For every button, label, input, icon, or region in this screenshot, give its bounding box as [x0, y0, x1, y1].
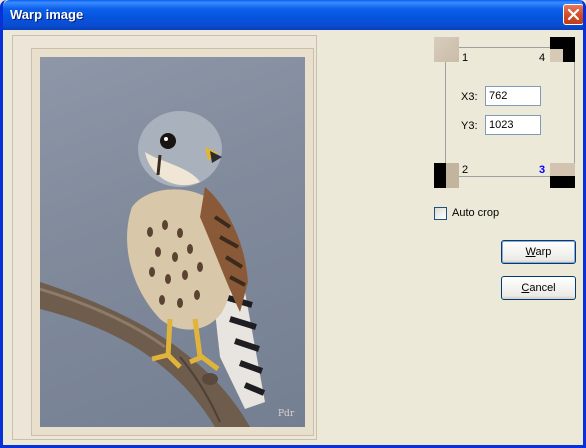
- auto-crop-label[interactable]: Auto crop: [452, 207, 499, 219]
- corner-handle-2[interactable]: [434, 163, 459, 188]
- warp-button-label: arp: [535, 246, 552, 258]
- warp-button-mnemonic: W: [525, 246, 536, 258]
- corner-label-3: 3: [539, 164, 546, 176]
- warp-image-dialog: Warp image Pdr 1 4 2 3 X3: 762 Y3: 1023 …: [0, 0, 586, 448]
- warp-frame-outline: [445, 47, 575, 177]
- corner-label-4: 4: [539, 52, 546, 64]
- y-coordinate-input[interactable]: [485, 115, 541, 135]
- warp-button[interactable]: Warp: [501, 240, 576, 264]
- title-bar[interactable]: Warp image: [3, 0, 583, 30]
- x-coordinate-input[interactable]: [485, 86, 541, 106]
- cancel-button-label: ancel: [529, 282, 556, 294]
- image-preview[interactable]: Pdr: [12, 35, 317, 440]
- corner-handle-1[interactable]: [434, 37, 459, 62]
- x-coordinate-label: X3:: [461, 91, 478, 103]
- photo-signature: Pdr: [278, 409, 295, 419]
- window-title: Warp image: [10, 7, 84, 22]
- close-button[interactable]: [563, 4, 583, 25]
- close-icon: [567, 8, 580, 21]
- corner-label-2: 2: [462, 164, 469, 176]
- y-coordinate-label: Y3:: [461, 120, 478, 132]
- corner-label-1: 1: [462, 52, 469, 64]
- cancel-button[interactable]: Cancel: [501, 276, 576, 300]
- image-mat: Pdr: [31, 48, 314, 436]
- corner-handle-4[interactable]: [550, 37, 575, 62]
- corner-handle-3[interactable]: [550, 163, 575, 188]
- kestrel-photo: Pdr: [40, 57, 305, 427]
- auto-crop-checkbox[interactable]: [434, 207, 447, 220]
